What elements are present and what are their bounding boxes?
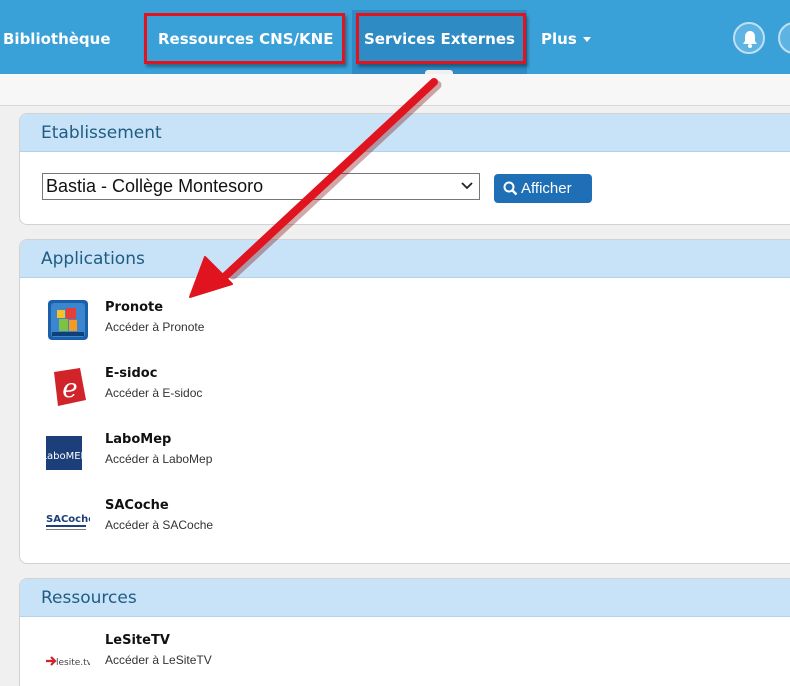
afficher-button-label: Afficher	[521, 180, 572, 197]
nav-bibliotheque[interactable]: Bibliothèque	[3, 30, 111, 48]
app-subtitle-link[interactable]: Accéder à LaboMep	[105, 452, 212, 466]
app-item-esidoc[interactable]: e E-sidoc Accéder à E-sidoc	[46, 364, 446, 414]
resource-subtitle-link[interactable]: Accéder à LeSiteTV	[105, 653, 212, 667]
app-title: Pronote	[105, 300, 164, 315]
panel-title-ressources: Ressources	[20, 579, 790, 617]
app-item-labomep[interactable]: LaboMEP LaboMep Accéder à LaboMep	[46, 430, 446, 480]
lesitetv-logo-icon: lesite.tv	[46, 656, 90, 668]
lesitetv-logo-text: lesite.tv	[56, 658, 90, 668]
app-subtitle-link[interactable]: Accéder à Pronote	[105, 320, 204, 334]
esidoc-logo-letter: e	[62, 374, 77, 404]
panel-title-applications: Applications	[20, 240, 790, 278]
notifications-bell-button[interactable]	[733, 22, 765, 54]
app-title: E-sidoc	[105, 366, 158, 381]
sacoche-logo-text: SACoche	[46, 514, 90, 525]
bell-icon	[743, 31, 757, 48]
app-item-pronote[interactable]: Pronote Accéder à Pronote	[46, 298, 446, 348]
labomep-logo-text: LaboMEP	[46, 451, 87, 462]
etablissement-select-value: Bastia - Collège Montesoro	[46, 176, 264, 196]
labomep-logo-icon: LaboMEP	[46, 436, 87, 470]
caret-down-icon	[582, 37, 591, 42]
nav-plus-dropdown[interactable]: Plus	[541, 30, 591, 48]
highlight-ressources	[144, 13, 345, 64]
search-icon	[503, 181, 518, 196]
resource-item-lesitetv[interactable]: lesite.tv LeSiteTV Accéder à LeSiteTV	[46, 631, 446, 681]
app-title: SACoche	[105, 498, 169, 513]
panel-title-etablissement: Etablissement	[20, 114, 790, 152]
etablissement-panel: Etablissement Bastia - Collège Montesoro…	[19, 113, 790, 225]
app-title: LaboMep	[105, 432, 172, 447]
highlight-services-externes	[356, 13, 526, 64]
app-subtitle-link[interactable]: Accéder à SACoche	[105, 518, 213, 532]
app-item-sacoche[interactable]: SACoche SACoche Accéder à SACoche	[46, 496, 446, 546]
ressources-panel: Ressources lesite.tv LeSiteTV Accéder à …	[19, 578, 790, 686]
app-subtitle-link[interactable]: Accéder à E-sidoc	[105, 386, 202, 400]
user-menu-button[interactable]	[778, 22, 790, 54]
resource-title: LeSiteTV	[105, 633, 170, 648]
sacoche-logo-icon: SACoche	[46, 514, 90, 530]
esidoc-logo-icon: e	[54, 368, 86, 406]
chevron-down-icon	[461, 182, 473, 190]
applications-panel: Applications Pronote Accéder à Pronote e…	[19, 239, 790, 564]
sub-toolbar	[0, 74, 790, 106]
etablissement-select[interactable]: Bastia - Collège Montesoro	[42, 173, 480, 200]
pronote-logo-icon	[48, 300, 88, 340]
afficher-button[interactable]: Afficher	[494, 174, 592, 203]
nav-plus-label: Plus	[541, 30, 577, 48]
